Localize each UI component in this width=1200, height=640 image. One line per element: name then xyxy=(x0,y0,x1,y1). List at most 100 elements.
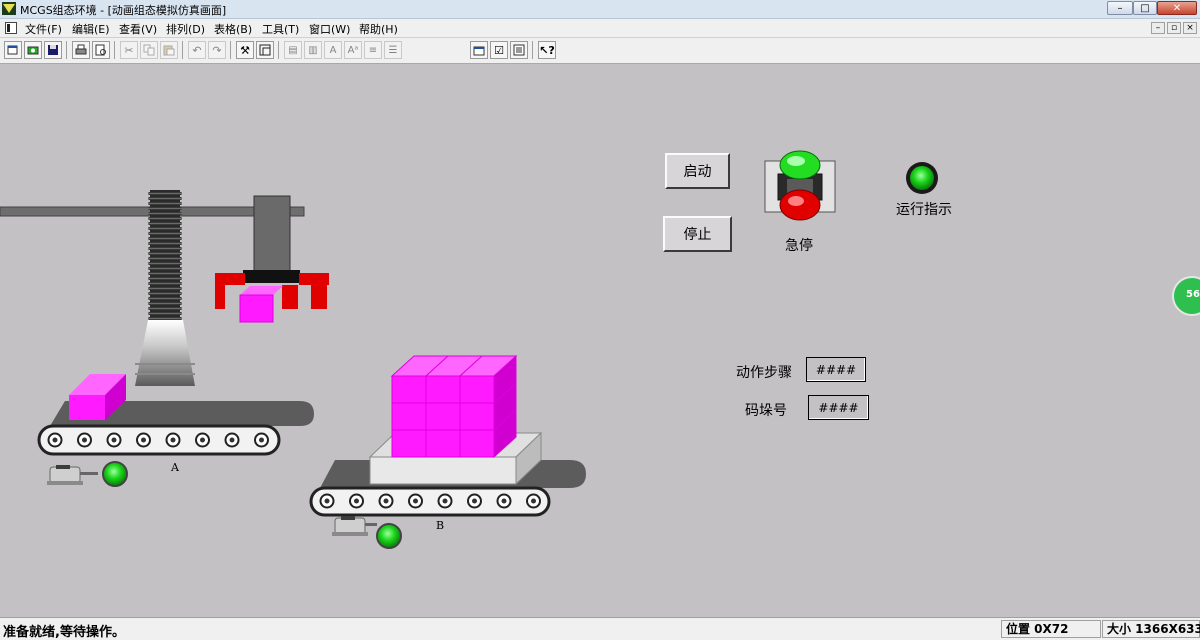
list-icon[interactable]: ☰ xyxy=(384,41,402,59)
design-canvas: 启动 停止 急停 运行指示 动作步骤 #### 码垛号 #### A B 56 xyxy=(0,64,1200,616)
spring-coil xyxy=(148,237,182,240)
font-icon[interactable]: A xyxy=(324,41,342,59)
line-icon[interactable]: ≡ xyxy=(364,41,382,59)
menu-arrange[interactable]: 排列(D) xyxy=(166,21,205,37)
tools-icon[interactable]: ⚒ xyxy=(236,41,254,59)
spring-coil xyxy=(148,312,182,315)
status-bar: 准备就绪,等待操作。 位置 0X72 大小 1366X633 xyxy=(0,617,1200,640)
save-icon[interactable] xyxy=(44,41,62,59)
spring-coil xyxy=(148,227,182,230)
start-button[interactable]: 启动 xyxy=(665,153,730,189)
step-value-display: #### xyxy=(806,357,866,382)
spring-coil xyxy=(148,257,182,260)
minimize-button[interactable]: – xyxy=(1107,1,1133,15)
check-icon[interactable]: ☑ xyxy=(490,41,508,59)
stack-box xyxy=(391,375,427,404)
process-graphics xyxy=(0,150,1200,549)
roller-hub xyxy=(354,498,359,504)
stack-box xyxy=(425,429,461,458)
mdi-restore-button[interactable]: ▫ xyxy=(1167,22,1181,34)
help-icon[interactable]: ↖? xyxy=(538,41,556,59)
cut-icon[interactable]: ✂ xyxy=(120,41,138,59)
spring-coil xyxy=(148,302,182,305)
spring-coil xyxy=(148,317,182,320)
toolbar-separator xyxy=(66,41,67,59)
conveyor-a-label: A xyxy=(171,461,179,474)
frame-icon[interactable] xyxy=(256,41,274,59)
toolbar-separator xyxy=(532,41,533,59)
run-indicator-label: 运行指示 xyxy=(896,202,952,218)
print-icon[interactable] xyxy=(72,41,90,59)
menu-help[interactable]: 帮助(H) xyxy=(359,21,398,37)
roller-hub xyxy=(259,437,264,443)
align-left-icon[interactable]: ▤ xyxy=(284,41,302,59)
maximize-icon: □ xyxy=(1140,2,1150,14)
roller-hub xyxy=(111,437,117,443)
stack-box xyxy=(391,402,427,431)
menu-tools[interactable]: 工具(T) xyxy=(262,21,299,37)
roller-hub xyxy=(413,498,418,504)
roller-hub xyxy=(324,498,330,504)
emergency-stop-button xyxy=(764,150,836,221)
align-center-icon[interactable]: ▥ xyxy=(304,41,322,59)
conveyor-b-label: B xyxy=(436,519,445,532)
step-label: 动作步骤 xyxy=(736,365,792,381)
spring-coil xyxy=(148,202,182,205)
spring-coil xyxy=(148,297,182,300)
print-preview-icon[interactable] xyxy=(92,41,110,59)
redo-icon[interactable]: ↷ xyxy=(208,41,226,59)
export-icon[interactable] xyxy=(510,41,528,59)
paste-icon[interactable] xyxy=(160,41,178,59)
window-title: MCGS组态环境 - [动画组态模拟仿真画面] xyxy=(20,4,227,17)
spring-coil xyxy=(148,197,182,200)
spring-coil xyxy=(148,282,182,285)
stack-box xyxy=(459,429,495,458)
motor-a xyxy=(47,461,128,487)
mdi-close-button[interactable]: × xyxy=(1183,22,1197,34)
properties-icon[interactable] xyxy=(470,41,488,59)
menu-table[interactable]: 表格(B) xyxy=(214,21,252,37)
spring-coil xyxy=(148,287,182,290)
spring-coil xyxy=(148,267,182,270)
spring-coil xyxy=(148,307,182,310)
spring-coil xyxy=(148,192,182,195)
menu-file[interactable]: 文件(F) xyxy=(25,21,62,37)
stack-box xyxy=(459,402,495,431)
toolbar-separator xyxy=(230,41,231,59)
stack-box xyxy=(425,402,461,431)
roller-hub xyxy=(141,437,146,443)
roller-hub xyxy=(82,437,87,443)
close-button[interactable]: ✕ xyxy=(1157,1,1197,15)
open-icon[interactable] xyxy=(24,41,42,59)
spring-coil xyxy=(148,242,182,245)
canvas-size: 大小 1366X633 xyxy=(1102,620,1200,638)
spring-coil xyxy=(148,272,182,275)
roller-hub xyxy=(52,437,58,443)
mdi-minimize-button[interactable]: – xyxy=(1151,22,1165,34)
stack-box xyxy=(425,375,461,404)
stop-button[interactable]: 停止 xyxy=(663,216,732,252)
new-window-icon[interactable] xyxy=(4,41,22,59)
roller-hub xyxy=(200,437,205,443)
app-logo-icon xyxy=(2,2,16,15)
toolbar-separator xyxy=(278,41,279,59)
spring-coil xyxy=(148,212,182,215)
menu-window[interactable]: 窗口(W) xyxy=(309,21,350,37)
menu-bar: 文件(F) 编辑(E) 查看(V) 排列(D) 表格(B) 工具(T) 窗口(W… xyxy=(0,19,1200,38)
spring-coil xyxy=(148,232,182,235)
roller-hub xyxy=(531,498,536,504)
motor-b xyxy=(332,516,402,549)
side-badge-text: 56 xyxy=(1186,289,1200,300)
close-icon: ✕ xyxy=(1172,2,1182,14)
maximize-button[interactable]: □ xyxy=(1133,1,1157,15)
status-message: 准备就绪,等待操作。 xyxy=(3,625,125,640)
copy-icon[interactable] xyxy=(140,41,158,59)
stack-box xyxy=(459,375,495,404)
spring-coil xyxy=(148,217,182,220)
font-size-icon[interactable]: Aᵃ xyxy=(344,41,362,59)
undo-icon[interactable]: ↶ xyxy=(188,41,206,59)
menu-edit[interactable]: 编辑(E) xyxy=(72,21,110,37)
menu-view[interactable]: 查看(V) xyxy=(119,21,157,37)
spring-column xyxy=(135,190,195,386)
spring-coil xyxy=(148,247,182,250)
